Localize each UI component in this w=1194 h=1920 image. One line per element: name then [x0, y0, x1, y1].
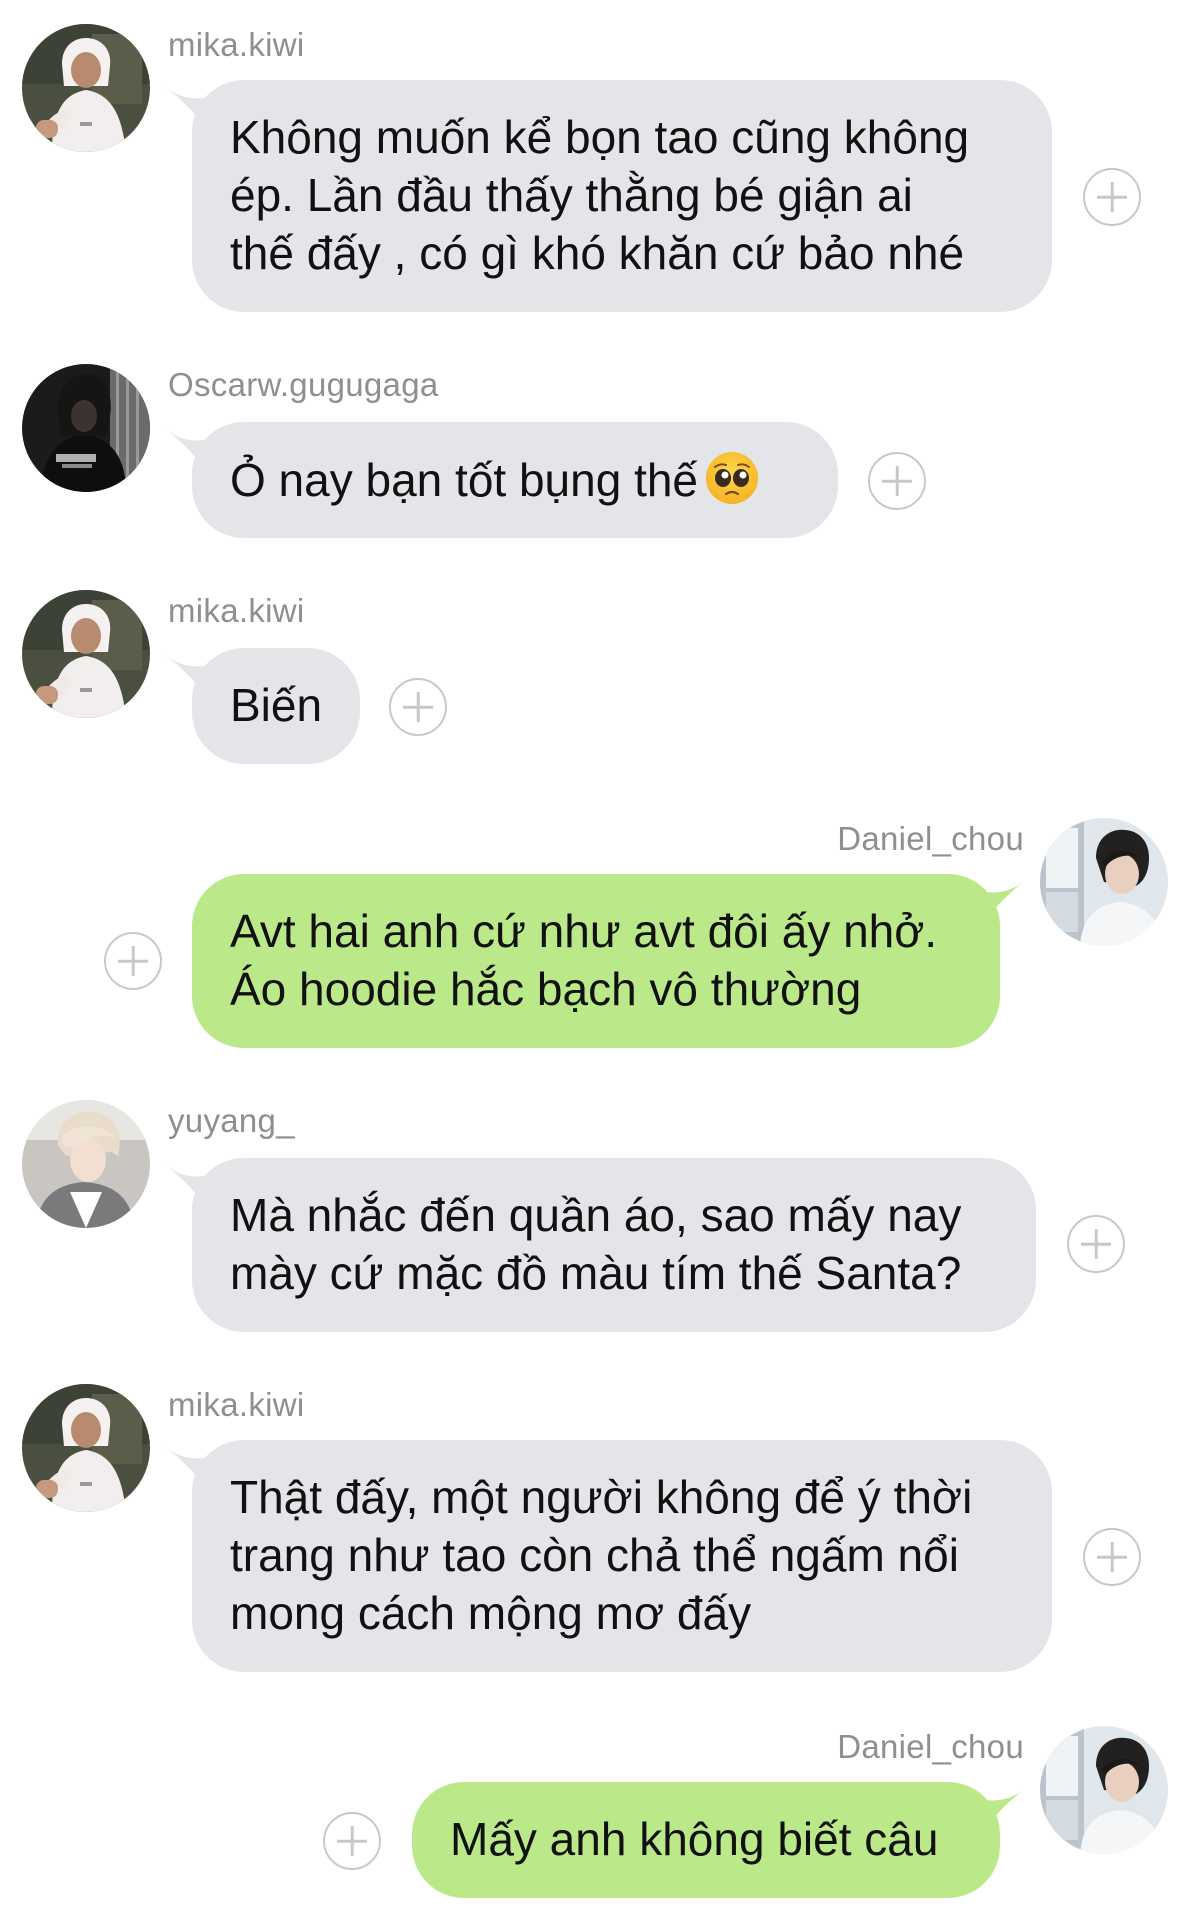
sender-name: yuyang_: [168, 1102, 295, 1139]
avatar-image: [1040, 818, 1168, 946]
avatar[interactable]: [22, 1100, 150, 1228]
avatar-image: [22, 24, 150, 152]
avatar[interactable]: [1040, 818, 1168, 946]
avatar-image: [22, 590, 150, 718]
avatar[interactable]: [22, 1384, 150, 1512]
avatar-image: [1040, 1726, 1168, 1854]
plus-circle-icon[interactable]: [1083, 1528, 1141, 1586]
message-bubble[interactable]: Ỏ nay bạn tốt bụng thế: [192, 422, 838, 538]
plus-circle-icon[interactable]: [1067, 1215, 1125, 1273]
sender-name: mika.kiwi: [168, 26, 305, 63]
avatar[interactable]: [22, 364, 150, 492]
message-bubble[interactable]: Thật đấy, một người không để ý thời tran…: [192, 1440, 1052, 1672]
avatar[interactable]: [1040, 1726, 1168, 1854]
plus-circle-icon[interactable]: [104, 932, 162, 990]
sender-name: Oscarw.gugugaga: [168, 366, 439, 403]
message-bubble[interactable]: Mà nhắc đến quần áo, sao mấy nay mày cứ …: [192, 1158, 1036, 1332]
avatar[interactable]: [22, 24, 150, 152]
message-bubble[interactable]: Không muốn kể bọn tao cũng không ép. Lần…: [192, 80, 1052, 312]
message-bubble[interactable]: Biến: [192, 648, 360, 764]
avatar-image: [22, 364, 150, 492]
pleading-face-icon: [704, 450, 760, 506]
message-text: Ỏ nay bạn tốt bụng thế: [230, 454, 699, 506]
sender-name: Daniel_chou: [837, 820, 1024, 857]
plus-circle-icon[interactable]: [868, 452, 926, 510]
sender-name: mika.kiwi: [168, 1386, 305, 1423]
plus-circle-icon[interactable]: [1083, 168, 1141, 226]
sender-name: mika.kiwi: [168, 592, 305, 629]
sender-name: Daniel_chou: [837, 1728, 1024, 1765]
plus-circle-icon[interactable]: [389, 678, 447, 736]
avatar[interactable]: [22, 590, 150, 718]
message-bubble[interactable]: Avt hai anh cứ như avt đôi ấy nhở. Áo ho…: [192, 874, 1000, 1048]
chat-thread[interactable]: mika.kiwi Không muốn kể bọn tao cũng khô…: [0, 0, 1194, 1920]
plus-circle-icon[interactable]: [323, 1812, 381, 1870]
message-bubble[interactable]: Mấy anh không biết câu: [412, 1782, 1000, 1898]
avatar-image: [22, 1100, 150, 1228]
avatar-image: [22, 1384, 150, 1512]
